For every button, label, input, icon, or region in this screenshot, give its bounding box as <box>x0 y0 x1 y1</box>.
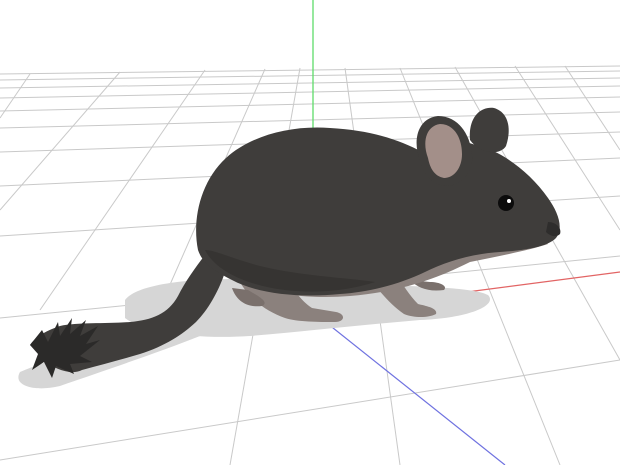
chinchilla-eye <box>498 195 514 211</box>
chinchilla-eye-highlight <box>507 199 511 203</box>
3d-viewport[interactable] <box>0 0 620 465</box>
z-axis-line <box>312 311 506 465</box>
chinchilla-ear-back <box>469 107 509 153</box>
viewport-canvas[interactable] <box>0 0 620 465</box>
